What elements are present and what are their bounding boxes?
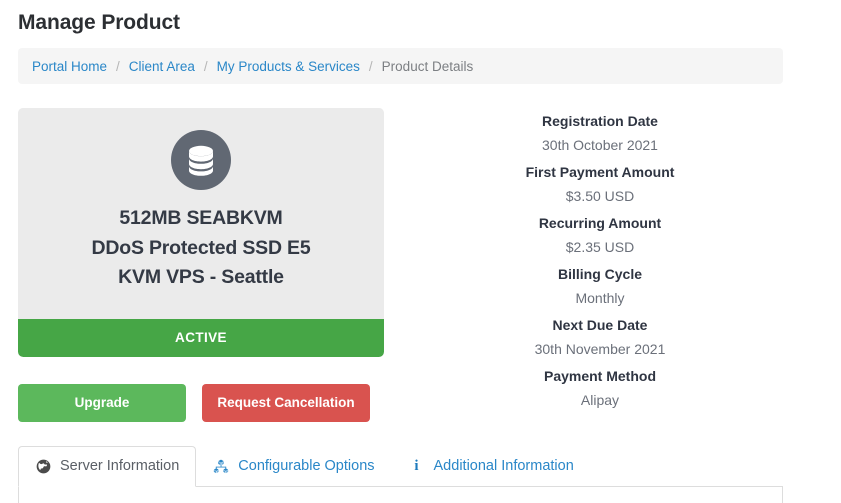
sitemap-icon (213, 458, 229, 474)
product-actions: Upgrade Request Cancellation (18, 384, 384, 423)
breadcrumb-item-my-products-services[interactable]: My Products & Services (217, 59, 360, 74)
product-tabs-wrap: Server Information Configurable Options i A… (18, 446, 783, 503)
product-name: 512MB SEABKVM DDoS Protected SSD E5 KVM VP… (32, 204, 370, 293)
product-card: 512MB SEABKVM DDoS Protected SSD E5 KVM VP… (18, 108, 384, 357)
info-label-payment-method: Payment Method (543, 368, 656, 384)
breadcrumb-separator: / (203, 58, 208, 74)
breadcrumb-item-client-area[interactable]: Client Area (129, 59, 195, 74)
product-name-line: 512MB SEABKVM (119, 207, 283, 229)
tab-label: Additional Information (433, 458, 574, 474)
product-card-body: 512MB SEABKVM DDoS Protected SSD E5 KVM VP… (18, 108, 384, 319)
tab-server-information[interactable]: Server Information (18, 446, 197, 487)
info-value-next-due-date: 30th November 2021 (534, 341, 666, 357)
product-name-line: KVM VPS - Seattle (118, 266, 284, 289)
info-value-billing-cycle: Monthly (575, 290, 625, 306)
upgrade-button[interactable]: Upgrade (18, 384, 186, 423)
breadcrumb-separator: / (116, 58, 120, 74)
status-badge: ACTIVE (18, 318, 384, 357)
breadcrumb-separator: / (368, 58, 373, 74)
info-label-next-due-date: Next Due Date (552, 317, 648, 333)
product-name-line: DDoS Protected SSD E5 (91, 236, 311, 259)
database-icon (171, 130, 231, 190)
request-cancellation-button[interactable]: Request Cancellation (202, 384, 370, 423)
info-label-recurring-amount: Recurring Amount (538, 215, 662, 231)
info-label-billing-cycle: Billing Cycle (557, 266, 643, 282)
product-icon-wrap (32, 130, 370, 190)
info-value-first-payment-amount: $3.50 USD (565, 188, 635, 204)
breadcrumb: Portal Home / Client Area / My Products & Se… (18, 48, 783, 84)
tab-label: Server Information (60, 458, 180, 474)
tab-additional-information[interactable]: i Additional Information (392, 446, 591, 487)
product-tabs: Server Information Configurable Options i A… (18, 446, 783, 487)
info-value-recurring-amount: $2.35 USD (565, 239, 635, 255)
breadcrumb-item-portal-home[interactable]: Portal Home (32, 59, 107, 74)
page-title: Manage Product (18, 11, 180, 34)
breadcrumb-item-product-details: Product Details (381, 58, 474, 74)
manage-product-page: Manage Product Portal Home / Client Area / M… (0, 0, 841, 503)
globe-icon (35, 458, 51, 474)
tab-panel-body (18, 487, 783, 503)
tab-configurable-options[interactable]: Configurable Options (196, 446, 391, 487)
info-label-first-payment-amount: First Payment Amount (525, 164, 675, 180)
info-value-payment-method: Alipay (580, 392, 620, 408)
info-label-registration-date: Registration Date (542, 113, 658, 129)
product-info-list: Registration Date 30th October 2021 First … (420, 108, 780, 414)
info-icon: i (414, 457, 419, 474)
tab-label: Configurable Options (238, 458, 375, 474)
info-value-registration-date: 30th October 2021 (542, 137, 658, 153)
